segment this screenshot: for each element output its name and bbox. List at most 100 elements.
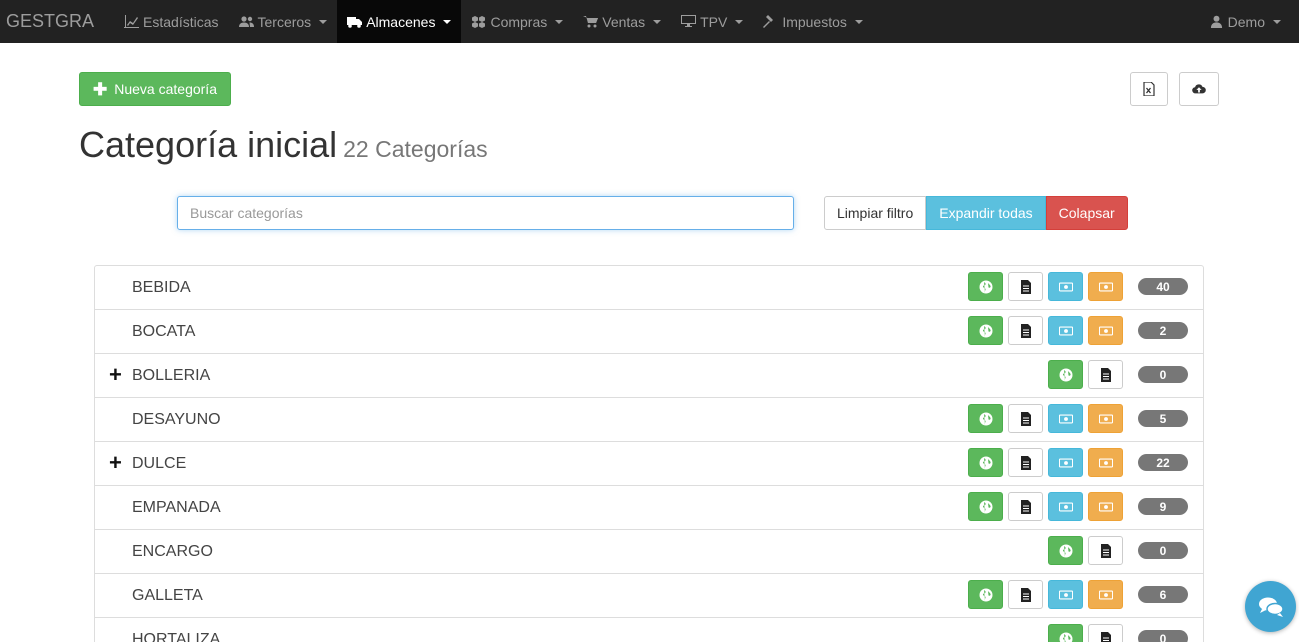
export-excel-button[interactable] [1130,72,1168,106]
sale-price-button[interactable] [1048,580,1083,609]
row-actions [968,272,1123,301]
nav-item-terceros[interactable]: Terceros [229,0,338,43]
money-bill-icon [1098,501,1113,512]
brand-logo[interactable]: GESTGRA [0,0,114,43]
sale-price-button[interactable] [1048,404,1083,433]
category-name[interactable]: GALLETA [132,587,203,605]
money-bill-icon [1098,325,1113,336]
upload-button[interactable] [1179,72,1219,106]
chevron-down-icon [443,19,452,24]
view-articles-button[interactable] [1008,492,1043,521]
article-count-badge: 0 [1138,542,1188,559]
category-name[interactable]: BOCATA [132,323,195,341]
clear-filter-button[interactable]: Limpiar filtro [824,196,927,230]
chevron-down-icon [735,19,744,24]
document-icon [1020,455,1031,470]
chevron-down-icon [653,19,662,24]
web-visibility-button[interactable] [968,580,1003,609]
nav-item-impuestos[interactable]: Impuestos [753,0,873,43]
cost-price-button[interactable] [1088,448,1123,477]
chevron-down-icon [555,19,564,24]
shopping-cart-icon [583,16,599,28]
view-articles-button[interactable] [1088,360,1123,389]
nav-item-almacenes[interactable]: Almacenes [337,0,462,43]
new-category-button[interactable]: ✚ Nueva categoría [79,72,231,106]
chat-button[interactable] [1245,581,1296,632]
nav-item-label: Ventas [602,13,646,30]
cost-price-button[interactable] [1088,580,1123,609]
web-visibility-button[interactable] [968,404,1003,433]
web-visibility-button[interactable] [968,448,1003,477]
user-menu[interactable]: Demo [1199,0,1299,43]
view-articles-button[interactable] [1008,580,1043,609]
money-bill-icon [1098,281,1113,292]
view-articles-button[interactable] [1008,448,1043,477]
page-title-text: Categoría inicial [79,124,338,165]
cubes-icon [472,16,486,28]
category-row: ENCARGO 0 [95,530,1203,574]
globe-icon [979,456,992,469]
category-row: BOCATA 2 [95,310,1203,354]
money-bill-icon [1058,589,1073,600]
row-actions [1048,536,1123,565]
nav-item-ventas[interactable]: Ventas [573,0,671,43]
row-actions [968,492,1123,521]
view-articles-button[interactable] [1088,624,1123,642]
collapse-button[interactable]: Colapsar [1045,196,1128,230]
cost-price-button[interactable] [1088,492,1123,521]
top-navbar: GESTGRA Estadísticas Terceros Almacenes Com… [0,0,1299,43]
search-input[interactable] [177,196,794,230]
sale-price-button[interactable] [1048,448,1083,477]
view-articles-button[interactable] [1008,404,1043,433]
article-count-badge: 0 [1138,366,1188,383]
line-chart-icon [124,15,140,28]
article-count-badge: 5 [1138,410,1188,427]
cost-price-button[interactable] [1088,316,1123,345]
web-visibility-button[interactable] [968,316,1003,345]
expand-all-button[interactable]: Expandir todas [926,196,1046,230]
article-count-badge: 9 [1138,498,1188,515]
sale-price-button[interactable] [1048,316,1083,345]
sale-price-button[interactable] [1048,272,1083,301]
expand-icon[interactable]: + [109,364,122,386]
sale-price-button[interactable] [1048,492,1083,521]
web-visibility-button[interactable] [1048,360,1083,389]
web-visibility-button[interactable] [1048,536,1083,565]
globe-icon [979,280,992,293]
view-articles-button[interactable] [1008,272,1043,301]
category-name[interactable]: DULCE [132,455,186,473]
money-bill-icon [1058,281,1073,292]
chevron-down-icon [1273,19,1281,24]
nav-item-compras[interactable]: Compras [461,0,573,43]
nav-item-estad-sticas[interactable]: Estadísticas [114,0,228,43]
category-row: GALLETA 6 [95,574,1203,618]
category-name[interactable]: BEBIDA [132,279,191,297]
nav-item-label: TPV [700,13,728,30]
desktop-icon [681,15,697,27]
view-articles-button[interactable] [1088,536,1123,565]
nav-item-label: Almacenes [366,13,436,30]
article-count-badge: 40 [1138,278,1188,295]
money-bill-icon [1098,589,1113,600]
web-visibility-button[interactable] [968,272,1003,301]
article-count-badge: 0 [1138,630,1188,642]
web-visibility-button[interactable] [1048,624,1083,642]
category-name[interactable]: BOLLERIA [132,367,210,385]
category-row: EMPANADA 9 [95,486,1203,530]
category-name[interactable]: EMPANADA [132,499,221,517]
category-name[interactable]: HORTALIZA [132,631,220,642]
nav-item-tpv[interactable]: TPV [671,0,753,43]
row-actions [968,316,1123,345]
cost-price-button[interactable] [1088,404,1123,433]
globe-icon [979,588,992,601]
truck-icon [347,17,363,28]
view-articles-button[interactable] [1008,316,1043,345]
expand-icon[interactable]: + [109,452,122,474]
cost-price-button[interactable] [1088,272,1123,301]
category-name[interactable]: DESAYUNO [132,411,221,429]
category-name[interactable]: ENCARGO [132,543,213,561]
web-visibility-button[interactable] [968,492,1003,521]
nav-menu: Estadísticas Terceros Almacenes Compras Vent… [114,0,873,43]
category-row: DESAYUNO 5 [95,398,1203,442]
document-icon [1100,367,1111,382]
